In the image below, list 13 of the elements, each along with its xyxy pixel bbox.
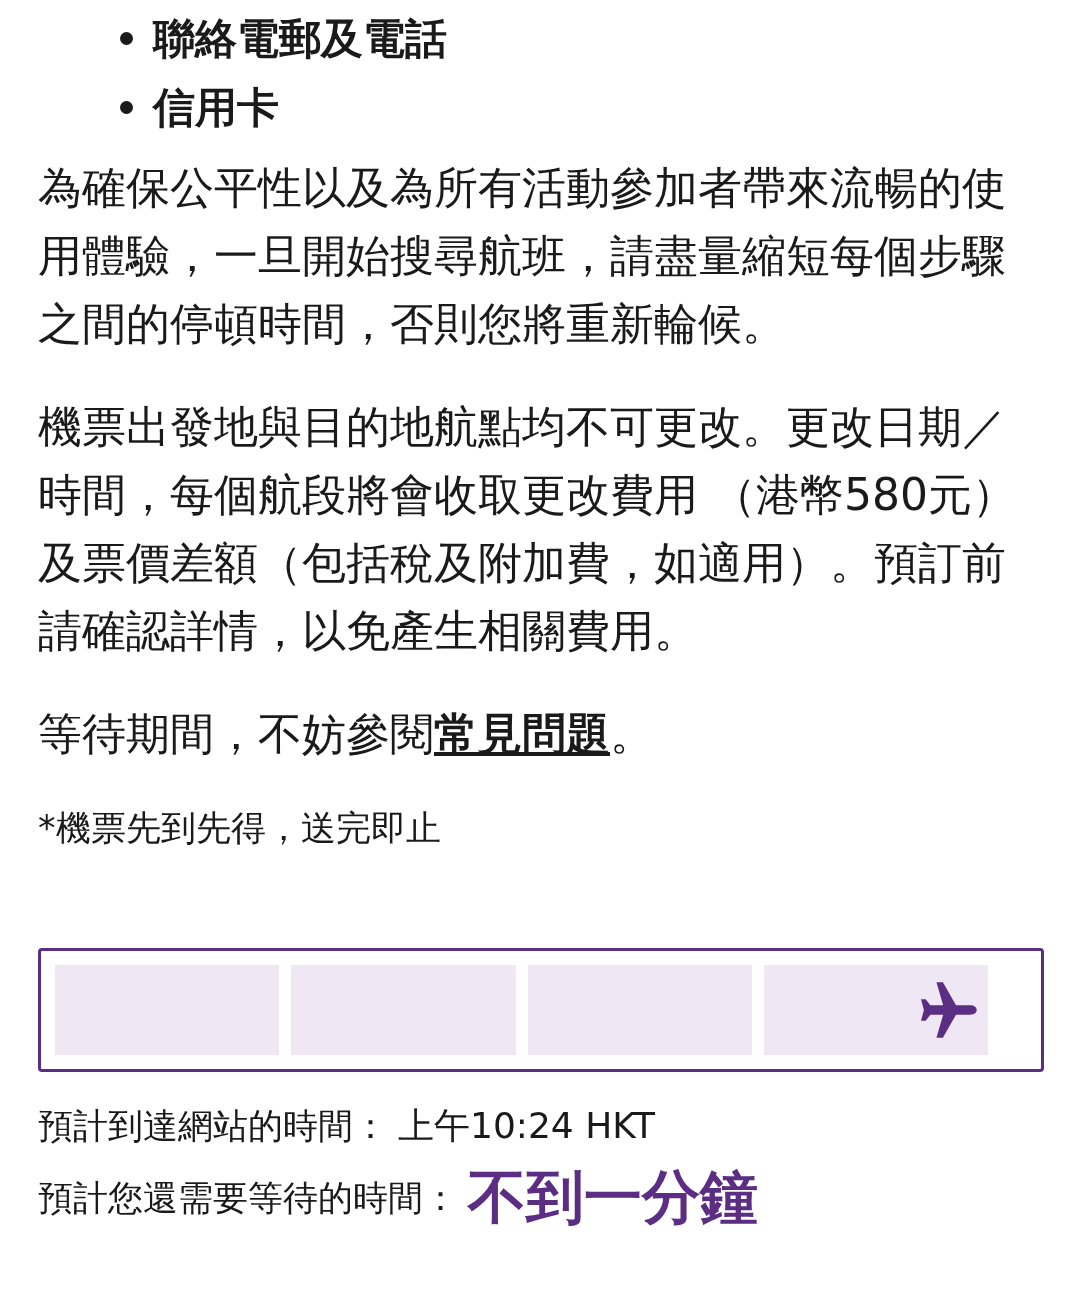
info-paragraph: 機票出發地與目的地航點均不可更改。更改日期／時間，每個航段將會收取更改費用 （港幣580元）及票價差額（包括稅及附加費，如適用）。預訂前請確認詳情，以免產生相關費用。	[38, 400, 1017, 658]
bullet-icon	[120, 32, 133, 45]
arrival-time: 上午10:24 HKT	[398, 1104, 656, 1148]
bullet-icon	[120, 101, 133, 114]
requirement-item: 信用卡	[153, 81, 279, 134]
wait-time: 不到一分鐘	[468, 1162, 758, 1233]
faq-link[interactable]: 常見問題	[434, 708, 610, 759]
footnote: *機票先到先得，送完即止	[38, 807, 442, 850]
requirement-item: 聯絡電郵及電話	[153, 12, 447, 65]
arrival-label: 預計到達網站的時間：	[38, 1105, 388, 1148]
info-paragraph: 為確保公平性以及為所有活動參加者帶來流暢的使用體驗，一旦開始搜尋航班，請盡量縮短每個步驟之間的停頓時間，否則您將重新輪候。	[38, 161, 1007, 351]
faq-note: 等待期間，不妨參閱常見問題。	[38, 707, 655, 761]
wait-label: 預計您還需要等待的時間：	[38, 1176, 458, 1220]
